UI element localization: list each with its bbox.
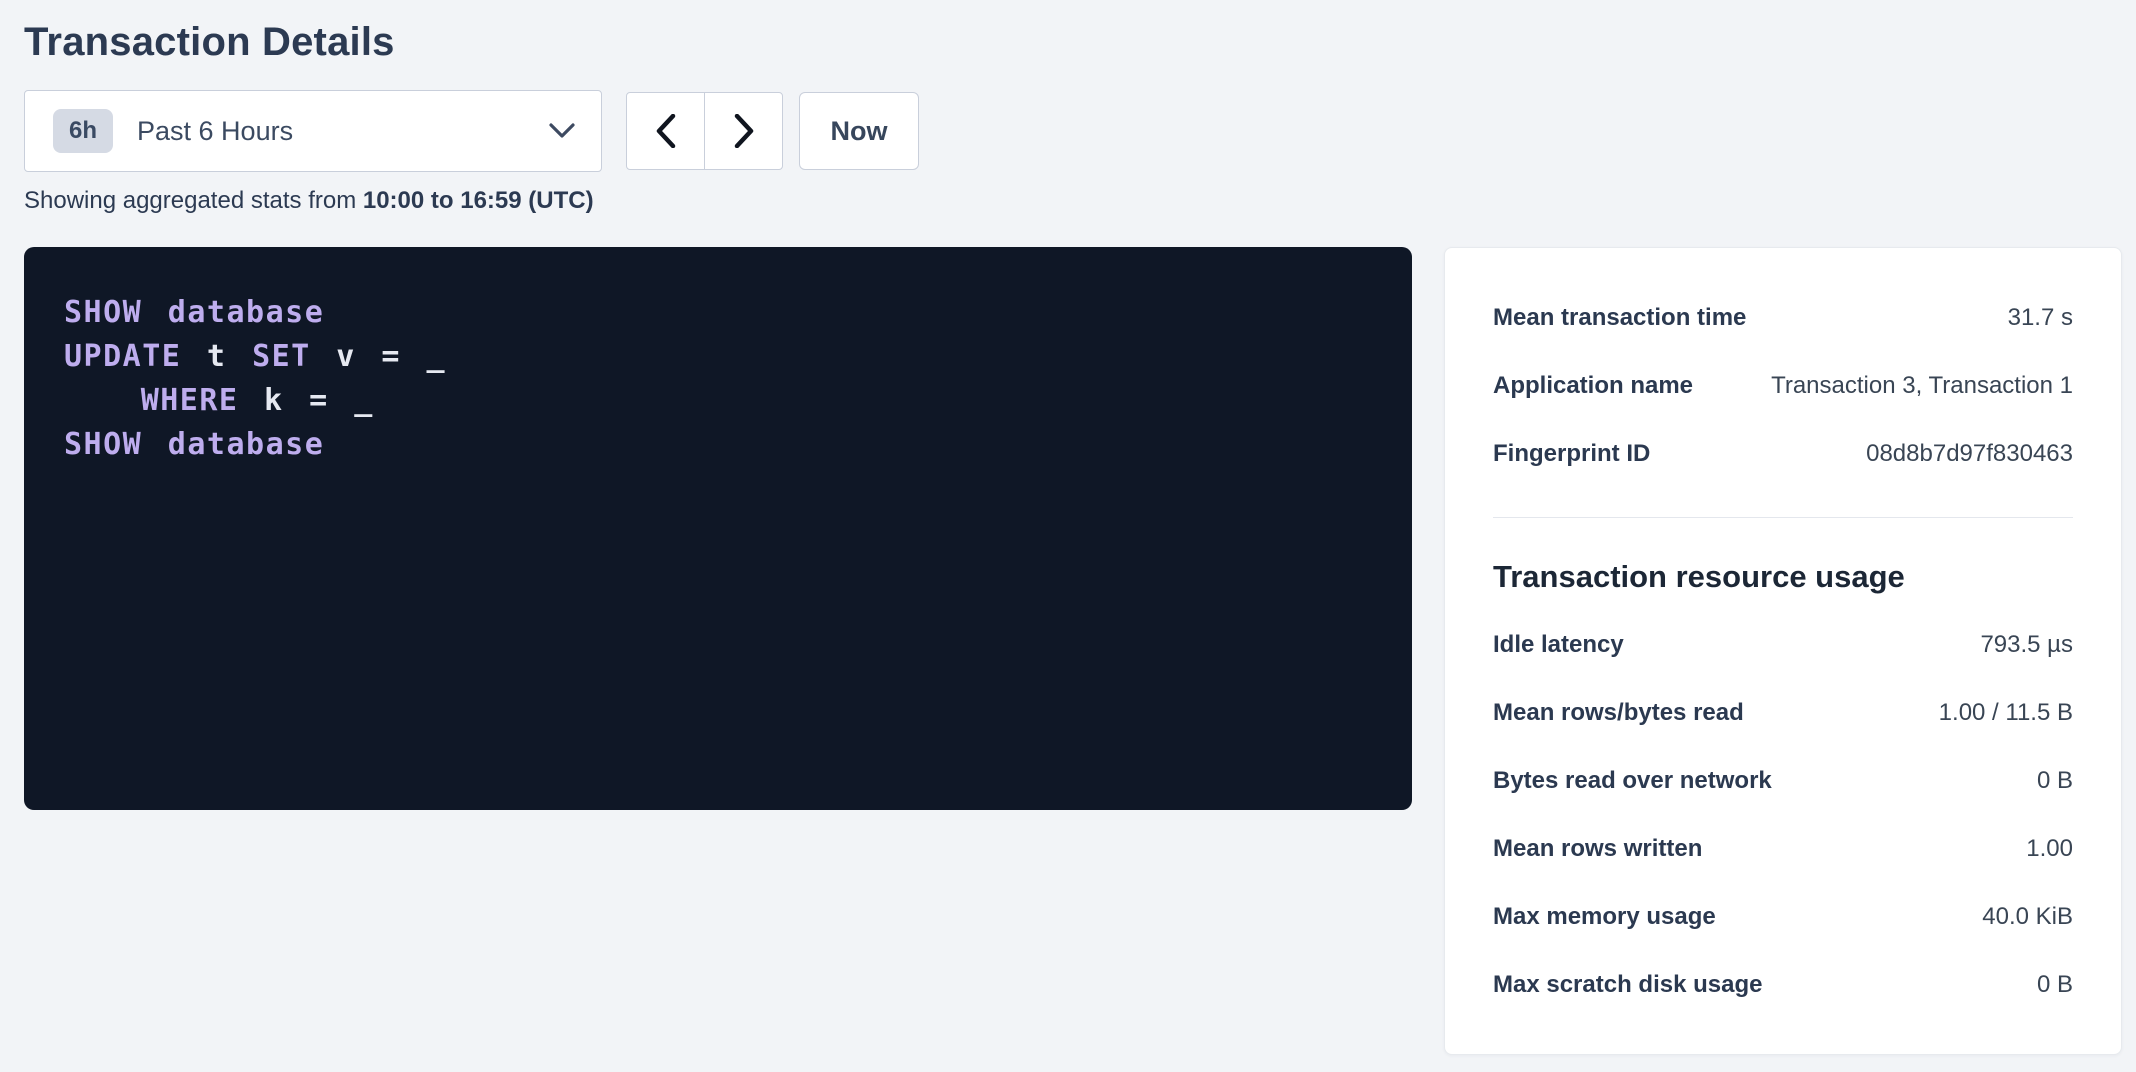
stat-row-mean-rows-written: Mean rows written 1.00 [1493, 815, 2073, 883]
chevron-left-icon [656, 114, 676, 148]
stat-row-max-scratch-disk-usage: Max scratch disk usage 0 B [1493, 951, 2073, 1019]
stat-value: 1.00 [2026, 835, 2073, 863]
stat-label: Mean transaction time [1493, 304, 1746, 332]
now-button[interactable]: Now [799, 92, 919, 170]
stat-value: 0 B [2037, 971, 2073, 999]
stat-label: Max memory usage [1493, 903, 1716, 931]
aggregated-stats-range: Showing aggregated stats from 10:00 to 1… [24, 185, 2122, 217]
stat-value: Transaction 3, Transaction 1 [1771, 372, 2073, 400]
stat-label: Mean rows written [1493, 835, 1702, 863]
stat-value: 40.0 KiB [1982, 903, 2073, 931]
card-divider [1493, 517, 2073, 518]
next-interval-button[interactable] [704, 92, 783, 170]
sql-line: SHOW database [64, 291, 1372, 335]
range-prefix: Showing aggregated stats from [24, 187, 363, 214]
stat-label: Application name [1493, 372, 1693, 400]
stat-label: Fingerprint ID [1493, 440, 1650, 468]
stat-value: 0 B [2037, 767, 2073, 795]
stat-row-application-name: Application name Transaction 3, Transact… [1493, 352, 2073, 420]
time-interval-badge: 6h [53, 109, 113, 153]
stat-row-fingerprint-id: Fingerprint ID 08d8b7d97f830463 [1493, 420, 2073, 488]
stat-row-bytes-read-over-network: Bytes read over network 0 B [1493, 747, 2073, 815]
stat-value: 08d8b7d97f830463 [1866, 440, 2073, 468]
stat-label: Idle latency [1493, 631, 1624, 659]
sql-line: WHERE k = _ [64, 379, 1372, 423]
time-interval-dropdown[interactable]: 6h Past 6 Hours [24, 90, 602, 172]
prev-interval-button[interactable] [626, 92, 705, 170]
page-title: Transaction Details [24, 18, 2122, 66]
transaction-details-page: Transaction Details 6h Past 6 Hours Now … [0, 0, 2136, 1072]
sql-line: UPDATE t SET v = _ [64, 335, 1372, 379]
time-controls: 6h Past 6 Hours Now [24, 90, 2122, 172]
resource-usage-heading: Transaction resource usage [1493, 543, 2073, 611]
stat-row-mean-transaction-time: Mean transaction time 31.7 s [1493, 284, 2073, 352]
chevron-down-icon [549, 123, 575, 139]
interval-step-buttons [626, 92, 783, 170]
range-value: 10:00 to 16:59 (UTC) [363, 187, 594, 214]
stat-row-mean-rows-bytes-read: Mean rows/bytes read 1.00 / 11.5 B [1493, 679, 2073, 747]
stat-value: 793.5 µs [1980, 631, 2073, 659]
stat-value: 1.00 / 11.5 B [1939, 699, 2073, 727]
stat-row-max-memory-usage: Max memory usage 40.0 KiB [1493, 883, 2073, 951]
stat-label: Mean rows/bytes read [1493, 699, 1744, 727]
sql-line: SHOW database [64, 423, 1372, 467]
chevron-right-icon [734, 114, 754, 148]
transaction-sql-panel: SHOW databaseUPDATE t SET v = _ WHERE k … [24, 247, 1412, 810]
stat-label: Bytes read over network [1493, 767, 1772, 795]
transaction-details-card: Mean transaction time 31.7 s Application… [1444, 247, 2122, 1055]
stat-label: Max scratch disk usage [1493, 971, 1762, 999]
time-interval-label: Past 6 Hours [137, 116, 293, 147]
stat-row-idle-latency: Idle latency 793.5 µs [1493, 611, 2073, 679]
main-content: SHOW databaseUPDATE t SET v = _ WHERE k … [24, 247, 2122, 1055]
stat-value: 31.7 s [2008, 304, 2073, 332]
sql-statements: SHOW databaseUPDATE t SET v = _ WHERE k … [64, 291, 1372, 467]
